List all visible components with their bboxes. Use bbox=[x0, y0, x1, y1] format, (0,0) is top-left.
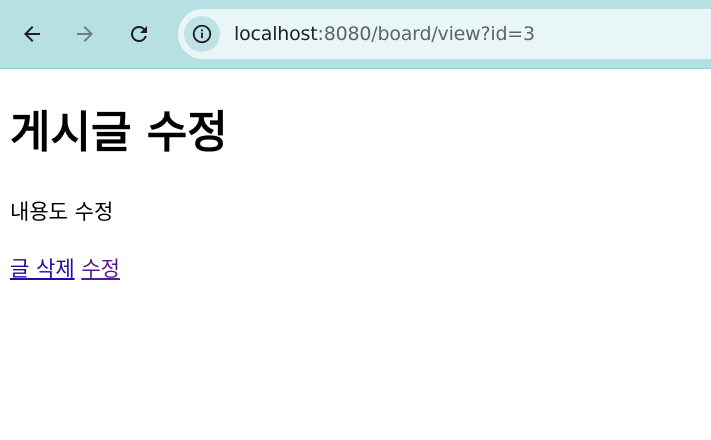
browser-toolbar: localhost:8080/board/view?id=3 bbox=[0, 0, 711, 69]
post-actions: 글 삭제 수정 bbox=[10, 254, 120, 284]
reload-icon bbox=[130, 25, 147, 42]
edit-post-link[interactable]: 수정 bbox=[81, 257, 120, 281]
arrow-left-icon bbox=[24, 26, 40, 42]
info-icon bbox=[192, 24, 212, 44]
back-button[interactable] bbox=[12, 14, 52, 54]
address-bar[interactable]: localhost:8080/board/view?id=3 bbox=[178, 9, 711, 59]
reload-button[interactable] bbox=[119, 14, 159, 54]
site-info-button[interactable] bbox=[184, 16, 220, 52]
delete-post-link[interactable]: 글 삭제 bbox=[10, 257, 75, 281]
post-content: 내용도 수정 bbox=[10, 200, 114, 224]
url-path: :8080/board/view?id=3 bbox=[317, 23, 536, 45]
page-title: 게시글 수정 bbox=[10, 107, 228, 158]
url-host: localhost bbox=[234, 23, 318, 45]
url-text[interactable]: localhost:8080/board/view?id=3 bbox=[234, 22, 535, 46]
forward-button[interactable] bbox=[65, 14, 105, 54]
arrow-right-icon bbox=[77, 26, 93, 42]
